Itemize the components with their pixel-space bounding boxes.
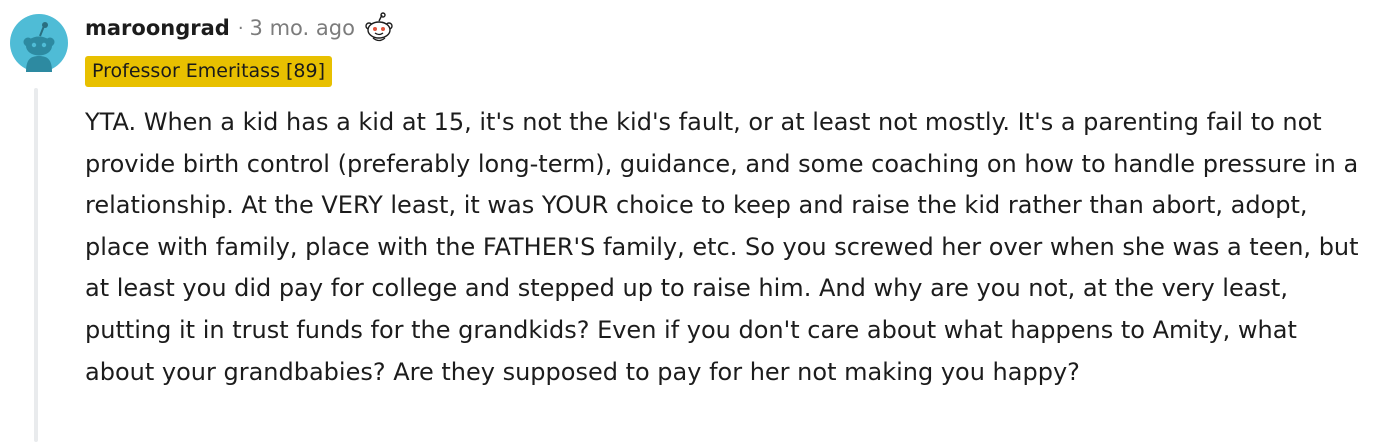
user-avatar[interactable] <box>10 14 68 72</box>
thread-collapse-line[interactable] <box>34 88 38 442</box>
timestamp-link[interactable]: 3 mo. ago <box>250 16 355 40</box>
comment-meta: maroongrad · 3 mo. ago <box>85 12 395 44</box>
reddit-snoo-avatar-icon <box>10 14 68 72</box>
meta-separator: · <box>237 17 244 39</box>
comment-body: YTA. When a kid has a kid at 15, it's no… <box>85 108 1359 386</box>
comment: maroongrad · 3 mo. ago Professor Emerita… <box>0 0 1378 442</box>
username-link[interactable]: maroongrad <box>85 16 230 40</box>
user-flair-badge[interactable]: Professor Emeritass [89] <box>85 56 333 87</box>
snoo-award-icon <box>363 12 395 44</box>
